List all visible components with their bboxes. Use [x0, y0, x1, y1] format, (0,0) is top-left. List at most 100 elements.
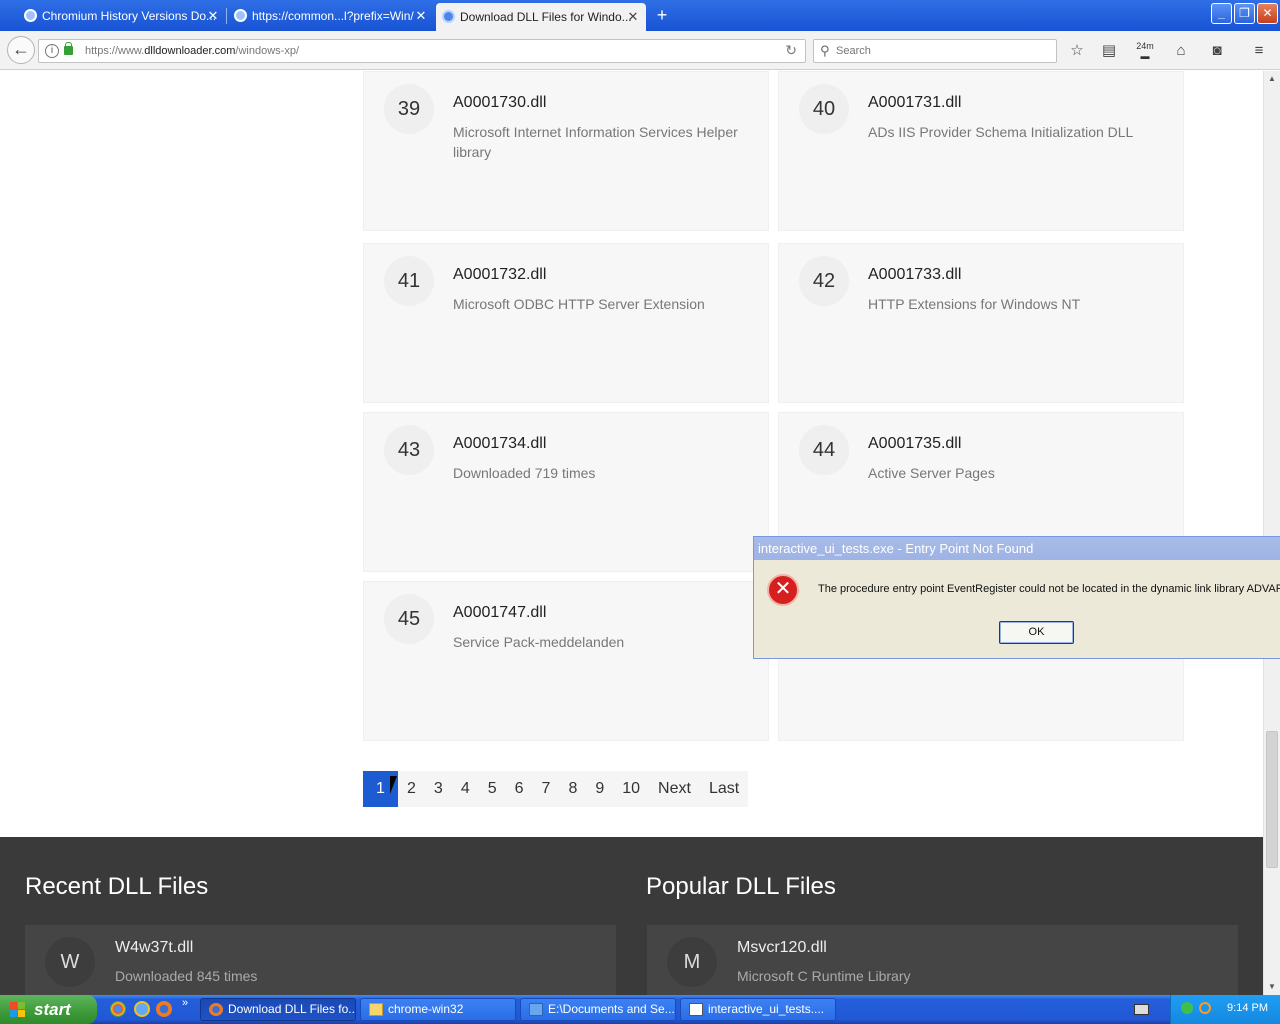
dialog-message: The procedure entry point EventRegister … [818, 583, 1280, 595]
tab-close-icon[interactable]: ✕ [626, 9, 640, 25]
windows-flag-icon [10, 1002, 26, 1018]
last-page-link[interactable]: Last [700, 771, 748, 807]
dll-name-link[interactable]: A0001730.dll [453, 94, 546, 112]
search-input[interactable] [836, 43, 1046, 59]
dll-rank: 45 [384, 594, 434, 644]
page-link[interactable]: 2 [398, 771, 425, 807]
url-bar[interactable]: i https://www.dlldownloader.com/windows-… [38, 39, 806, 63]
dll-rank: 43 [384, 425, 434, 475]
taskbar-button-label: Download DLL Files fo... [228, 1002, 356, 1016]
page-link[interactable]: 6 [506, 771, 533, 807]
quicklaunch-more-icon[interactable]: » [182, 997, 188, 1009]
restore-button[interactable]: ❐ [1234, 3, 1255, 24]
taskbar-button-tests[interactable]: interactive_ui_tests.... [680, 998, 836, 1021]
page-link[interactable]: 7 [533, 771, 560, 807]
dll-description: Downloaded 845 times [115, 968, 258, 984]
popular-dll-heading: Popular DLL Files [646, 873, 836, 900]
next-page-link[interactable]: Next [649, 771, 700, 807]
dll-description: Active Server Pages [868, 465, 995, 481]
tab-label: https://common...l?prefix=Win/ [252, 9, 414, 23]
dll-name-link[interactable]: A0001732.dll [453, 266, 546, 284]
timer-addon-icon[interactable]: 24m ▬ [1135, 41, 1155, 61]
scroll-down-arrow-icon[interactable]: ▼ [1264, 979, 1280, 995]
dll-name-link[interactable]: A0001731.dll [868, 94, 961, 112]
start-button[interactable]: start [0, 995, 97, 1024]
scrollbar-thumb[interactable] [1266, 731, 1278, 868]
recent-dll-heading: Recent DLL Files [25, 873, 209, 900]
clock[interactable]: 9:14 PM [1227, 1002, 1268, 1014]
page-link[interactable]: 4 [452, 771, 479, 807]
popular-dll-item[interactable]: M Msvcr120.dll Microsoft C Runtime Libra… [647, 925, 1238, 995]
firefox-quicklaunch-icon[interactable] [156, 1001, 172, 1017]
info-icon[interactable]: i [45, 44, 59, 58]
pocket-icon[interactable]: ◙ [1207, 41, 1227, 61]
dll-card[interactable]: 41 A0001732.dll Microsoft ODBC HTTP Serv… [363, 243, 769, 403]
page-link[interactable]: 3 [425, 771, 452, 807]
dll-description: Microsoft C Runtime Library [737, 968, 911, 984]
tab-close-icon[interactable]: ✕ [206, 8, 220, 24]
back-arrow-icon[interactable]: ← [7, 36, 35, 64]
tab-close-icon[interactable]: ✕ [414, 8, 428, 24]
dll-description: HTTP Extensions for Windows NT [868, 296, 1081, 312]
dll-rank: 40 [799, 84, 849, 134]
minimize-button[interactable]: _ [1211, 3, 1232, 24]
dll-card[interactable]: 39 A0001730.dll Microsoft Internet Infor… [363, 71, 769, 231]
dll-name-link[interactable]: Msvcr120.dll [737, 939, 827, 957]
dll-card[interactable]: 40 A0001731.dll ADs IIS Provider Schema … [778, 71, 1184, 231]
entry-point-error-dialog: interactive_ui_tests.exe - Entry Point N… [753, 536, 1280, 659]
application-window-icon [689, 1003, 703, 1016]
reload-icon[interactable]: ↻ [785, 42, 797, 59]
start-label: start [34, 1000, 71, 1019]
search-box[interactable]: ⚲ [813, 39, 1057, 63]
url-text: https://www.dlldownloader.com/windows-xp… [85, 45, 299, 57]
dll-rank: 39 [384, 84, 434, 134]
error-icon: ✕ [767, 574, 799, 606]
network-tray-icon[interactable] [1181, 1002, 1193, 1014]
pagination: 1 2 3 4 5 6 7 8 9 10 Next Last [363, 771, 749, 807]
taskbar-button-firefox[interactable]: Download DLL Files fo... [200, 998, 356, 1021]
windows-taskbar: start » Download DLL Files fo... chrome-… [0, 995, 1280, 1024]
tab-dll-downloader[interactable]: Download DLL Files for Windo... ✕ [436, 3, 646, 31]
dll-card[interactable]: 45 A0001747.dll Service Pack-meddelanden [363, 581, 769, 741]
taskbar-button-folder[interactable]: chrome-win32 [360, 998, 516, 1021]
dll-letter-avatar: W [45, 937, 95, 987]
reading-list-icon[interactable]: ▤ [1099, 41, 1119, 61]
search-icon: ⚲ [820, 43, 830, 58]
tab-chromium-history[interactable]: Chromium History Versions Do... ✕ [18, 2, 226, 30]
search-tray-icon[interactable] [1199, 1002, 1211, 1014]
new-tab-plus-icon[interactable]: + [652, 5, 672, 25]
page-link[interactable]: 8 [559, 771, 586, 807]
dll-name-link[interactable]: A0001733.dll [868, 266, 961, 284]
page-scrollbar[interactable]: ▲ ▼ [1263, 71, 1280, 995]
keyboard-icon[interactable] [1134, 1004, 1149, 1015]
folder-icon [369, 1003, 383, 1016]
taskbar-button-explorer[interactable]: E:\Documents and Se... [520, 998, 676, 1021]
dll-name-link[interactable]: A0001747.dll [453, 604, 546, 622]
ok-button[interactable]: OK [999, 621, 1074, 644]
page-content: 39 A0001730.dll Microsoft Internet Infor… [0, 71, 1263, 995]
menu-hamburger-icon[interactable]: ≡ [1249, 41, 1269, 61]
dialog-title[interactable]: interactive_ui_tests.exe - Entry Point N… [754, 537, 1280, 560]
dll-card[interactable]: 42 A0001733.dll HTTP Extensions for Wind… [778, 243, 1184, 403]
firefox-icon [209, 1003, 223, 1016]
dll-name-link[interactable]: A0001734.dll [453, 435, 546, 453]
home-icon[interactable]: ⌂ [1171, 41, 1191, 61]
dll-name-link[interactable]: W4w37t.dll [115, 939, 193, 957]
timer-addon-label: 24m [1136, 41, 1154, 51]
dll-rank: 41 [384, 256, 434, 306]
close-button[interactable]: ✕ [1257, 3, 1278, 24]
dll-rank: 42 [799, 256, 849, 306]
system-tray: 9:14 PM [1170, 995, 1280, 1024]
chrome-quicklaunch-icon[interactable] [110, 1001, 126, 1017]
page-link[interactable]: 9 [586, 771, 613, 807]
tab-common-prefix[interactable]: https://common...l?prefix=Win/ ✕ [228, 2, 434, 30]
bookmark-star-icon[interactable]: ☆ [1067, 41, 1087, 61]
ie-quicklaunch-icon[interactable] [134, 1001, 150, 1017]
page-link[interactable]: 5 [479, 771, 506, 807]
recent-dll-item[interactable]: W W4w37t.dll Downloaded 845 times [25, 925, 616, 995]
dll-name-link[interactable]: A0001735.dll [868, 435, 961, 453]
dll-letter-avatar: M [667, 937, 717, 987]
page-link[interactable]: 10 [613, 771, 649, 807]
dll-card[interactable]: 43 A0001734.dll Downloaded 719 times [363, 412, 769, 572]
scroll-up-arrow-icon[interactable]: ▲ [1264, 71, 1280, 87]
